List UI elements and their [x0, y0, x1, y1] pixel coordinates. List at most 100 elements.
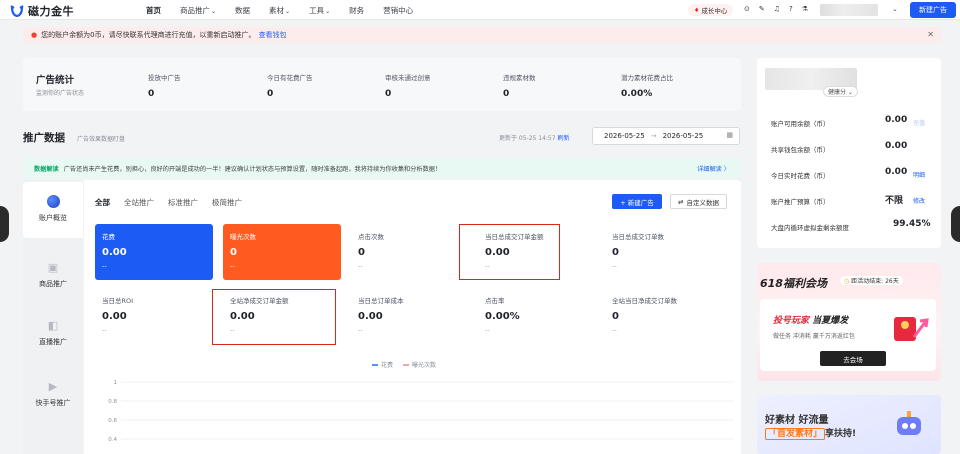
- bag-icon: ▣: [47, 261, 59, 274]
- stat-violation-materials[interactable]: 违规素材数 0: [503, 72, 536, 99]
- close-icon[interactable]: ✕: [927, 30, 934, 39]
- promo-type-tabs: 全部 全站推广 标准推广 极简推广: [95, 197, 242, 208]
- refresh-link[interactable]: 刷新: [557, 135, 569, 142]
- highlight-box: [459, 224, 560, 280]
- nav-item-materials[interactable]: 素材⌄: [269, 5, 290, 16]
- tab-full-site[interactable]: 全站推广: [124, 197, 154, 208]
- error-icon: ●: [31, 31, 38, 39]
- main-nav: 首页 商品推广⌄ 数据 素材⌄ 工具⌄ 财务 营销中心: [146, 0, 432, 20]
- metric-card-order-count[interactable]: 当日总成交订单数 0 --: [605, 224, 723, 280]
- highlight-box: [212, 289, 336, 345]
- user-avatar[interactable]: [820, 4, 878, 16]
- nav-item-finance[interactable]: 财务: [349, 5, 364, 16]
- date-range-picker[interactable]: 2026-05-25 → 2026-05-25 ▦: [592, 127, 740, 145]
- legend-item[interactable]: 花费: [372, 360, 393, 369]
- data-insight-bar: 数据解读 广告还尚未产生花费，别担心，良好的开端是成功的一半！建议确认计划状态与…: [23, 158, 741, 178]
- ad-stats-panel: 广告统计 监测你的广告状态 投放中广告 0 今日有花费广告 0 审核未通过创意 0 违…: [23, 58, 741, 111]
- metric-card-cost[interactable]: 花费 0.00 --: [95, 224, 213, 280]
- today-cost-row: 今日实时花费（币） 0.00 明细: [771, 167, 926, 180]
- chevron-down-icon: ⌄: [285, 7, 291, 15]
- logo-icon: [10, 5, 24, 18]
- help-icon[interactable]: ?: [789, 5, 793, 13]
- promo-title: 618福利会场: [760, 277, 827, 290]
- side-tab-kuaishou-promo[interactable]: ▶ 快手号推广: [23, 381, 83, 408]
- tab-minimal[interactable]: 极简推广: [212, 197, 242, 208]
- shared-wallet-row: 共享钱包余额（币） 0.00: [771, 141, 908, 154]
- tab-all[interactable]: 全部: [95, 197, 110, 208]
- nav-item-marketing[interactable]: 营销中心: [383, 5, 413, 16]
- ad-stats-title: 广告统计: [36, 75, 75, 86]
- calendar-icon: ▦: [726, 131, 733, 139]
- overview-icon: [46, 195, 60, 208]
- view-wallet-link[interactable]: 查看钱包: [259, 30, 287, 40]
- nav-item-data[interactable]: 数据: [235, 5, 250, 16]
- recharge-link[interactable]: 充值: [913, 118, 925, 127]
- chart-legend: 花费 曝光次数: [372, 360, 436, 369]
- new-ad-button[interactable]: 新建广告: [910, 2, 956, 18]
- metrics-panel: 全部 全站推广 标准推广 极简推广 + 新建广告 ⇄ 自定义数据 花费 0.00 --…: [84, 180, 741, 454]
- ad-stats-subtitle: 监测你的广告状态: [36, 90, 85, 97]
- top-bar: 磁力金牛 首页 商品推广⌄ 数据 素材⌄ 工具⌄ 财务 营销中心 ♦ 成长中心 ⊙…: [0, 0, 960, 20]
- y-tick-label: 0.8: [108, 399, 117, 405]
- promo-material-card[interactable]: 好素材 好流量 「首发素材」 享扶持!: [757, 395, 941, 454]
- stat-active-ads[interactable]: 投放中广告 0: [148, 72, 181, 99]
- chevron-down-icon[interactable]: ⌄: [892, 5, 898, 13]
- chevron-down-icon: ⌄: [211, 7, 217, 15]
- health-score-badge[interactable]: 健康分 ⌄: [823, 86, 858, 97]
- chevron-down-icon: ⌄: [325, 7, 331, 15]
- virtual-credit-row: 大盘内循环虚拟金剩余额度 99.45%: [771, 219, 931, 232]
- legend-swatch: [403, 363, 410, 366]
- budget-row: 账户推广预算（币） 不限 修改: [771, 196, 926, 206]
- go-venue-button[interactable]: 去会场: [820, 351, 886, 366]
- growth-center-button[interactable]: ♦ 成长中心: [688, 4, 734, 16]
- carousel-prev-button[interactable]: [0, 206, 9, 242]
- side-tab-account-overview[interactable]: 账户概览: [23, 182, 83, 238]
- detail-link[interactable]: 详细解读 〉: [697, 164, 730, 173]
- metric-card-order-cost[interactable]: 当日总订单成本 0.00 --: [351, 288, 469, 344]
- nav-item-home[interactable]: 首页: [146, 5, 161, 16]
- logo[interactable]: 磁力金牛: [10, 3, 74, 19]
- panel-new-ad-button[interactable]: + 新建广告: [612, 194, 662, 209]
- lab-icon[interactable]: ⚗: [802, 5, 808, 13]
- detail-link[interactable]: 明细: [913, 170, 925, 179]
- promo-618-card[interactable]: 618福利会场 ◷ 距活动结束: 26天 投号玩家 当夏爆发 做任务 冲消耗 赢…: [757, 263, 941, 381]
- toolbar-icons: ⊙ ✎ ♫ ? ⚗: [744, 5, 808, 13]
- metric-card-clicks[interactable]: 点击次数 0 --: [351, 224, 469, 280]
- y-tick-label: 0.6: [108, 418, 117, 424]
- arrow-right-icon: →: [650, 132, 657, 140]
- app-name: 磁力金牛: [28, 5, 74, 18]
- red-packet-icon: [894, 317, 929, 341]
- live-icon: ◧: [47, 319, 59, 332]
- promo-countdown: ◷ 距活动结束: 26天: [840, 276, 903, 285]
- download-icon[interactable]: ⊙: [744, 5, 750, 13]
- stat-rejected-creatives[interactable]: 审核未通过创意 0: [385, 72, 431, 99]
- edit-icon[interactable]: ✎: [759, 5, 765, 13]
- metric-card-ctr[interactable]: 点击率 0.00% --: [478, 288, 596, 344]
- insight-tag: 数据解读: [34, 165, 59, 173]
- tab-standard[interactable]: 标准推广: [168, 197, 198, 208]
- balance-alert: ● 您的账户余额为0币，请尽快联系代理商进行充值，以重新启动推广。 查看钱包 ✕: [23, 27, 941, 43]
- metric-card-net-order-count[interactable]: 全站当日净成交订单数 0 --: [605, 288, 723, 344]
- metric-card-roi[interactable]: 当日总ROI 0.00 --: [95, 288, 213, 344]
- trend-chart: 10.80.60.40.2: [108, 380, 734, 443]
- metric-card-impressions[interactable]: 曝光次数 0 --: [223, 224, 341, 280]
- stat-potential-ratio[interactable]: 潜力素材花费占比 0.00%: [621, 72, 673, 99]
- clock-icon: ◷: [844, 278, 850, 285]
- stat-spending-ads[interactable]: 今日有花费广告 0: [267, 72, 313, 99]
- promo-inner: 投号玩家 当夏爆发 做任务 冲消耗 赢千万消返红包 去会场: [760, 299, 936, 371]
- flame-icon: ♦: [694, 6, 700, 14]
- robot-mascot-icon: [897, 411, 921, 435]
- side-tab-product-promo[interactable]: ▣ 商品推广: [23, 262, 83, 289]
- side-tab-live-promo[interactable]: ◧ 直播推广: [23, 320, 83, 347]
- nav-item-product-promo[interactable]: 商品推广⌄: [180, 5, 216, 16]
- nav-item-tools[interactable]: 工具⌄: [309, 5, 330, 16]
- y-tick-label: 0.4: [108, 437, 117, 443]
- legend-swatch: [372, 363, 378, 366]
- promo-data-subtitle: 广告效果数据盯盘: [77, 136, 126, 143]
- bell-icon[interactable]: ♫: [774, 5, 780, 13]
- update-time: 更新于 05-25 14:57 刷新: [499, 135, 570, 142]
- custom-data-button[interactable]: ⇄ 自定义数据: [670, 194, 727, 209]
- carousel-next-button[interactable]: [951, 206, 960, 242]
- modify-link[interactable]: 修改: [913, 196, 925, 205]
- legend-item[interactable]: 曝光次数: [403, 360, 436, 369]
